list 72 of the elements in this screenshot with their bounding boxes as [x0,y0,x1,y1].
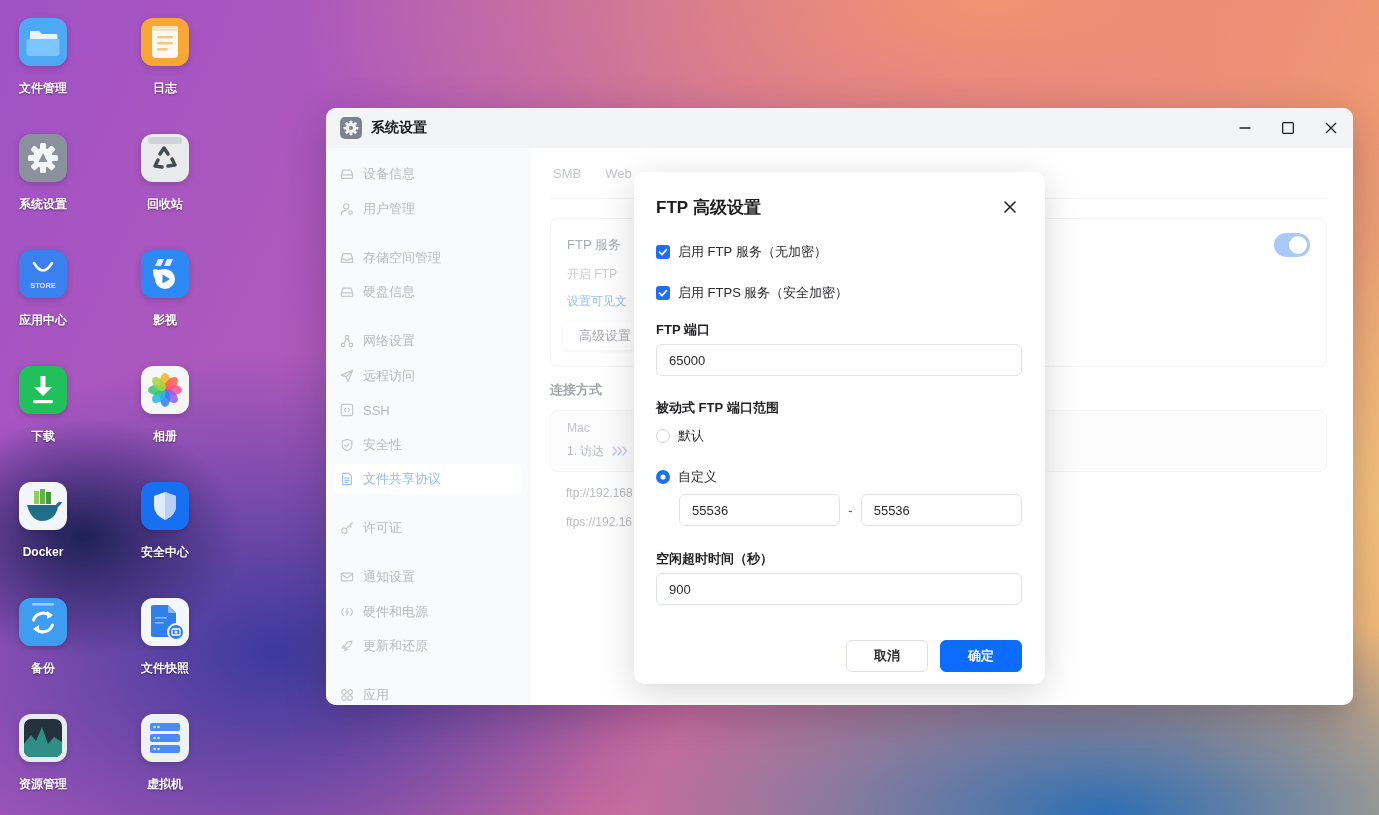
server-icon[interactable] [141,714,189,762]
checkbox-label[interactable]: 启用 FTPS 服务（安全加密） [678,284,849,302]
advanced-settings-button[interactable]: 高级设置 [563,322,635,350]
desktop-shortcut[interactable]: 文件管理 [0,18,86,96]
port-range-start-input[interactable]: 55536 [679,494,841,526]
radio-button[interactable] [656,429,670,443]
network-icon [340,334,354,348]
window-title: 系统设置 [371,119,427,137]
desktop-shortcut[interactable]: 备份 [0,598,86,676]
rocket-icon [340,639,354,653]
radio-button[interactable] [656,470,670,484]
field-label: 被动式 FTP 端口范围 [656,399,779,417]
desktop-shortcut[interactable]: 资源管理 [0,714,86,792]
desktop-shortcut[interactable]: 日志 [122,18,208,96]
platform-label: Mac [567,420,590,437]
chevrons-icon [612,446,629,456]
folder-icon[interactable] [19,18,67,66]
step-text: 1. 访达 [567,443,605,460]
gear-icon[interactable] [19,134,67,182]
timeout-input[interactable]: 900 [656,573,1022,605]
dialog-title: FTP 高级设置 [656,196,761,219]
checkbox[interactable] [656,245,670,259]
drive-icon [340,285,354,299]
desktop-shortcut[interactable]: 安全中心 [122,482,208,560]
drive-icon [340,167,354,181]
notepad-icon[interactable] [141,18,189,66]
shield-icon[interactable] [141,482,189,530]
confirm-button[interactable]: 确定 [940,640,1022,672]
radio-label[interactable]: 默认 [678,427,704,445]
cancel-button[interactable]: 取消 [846,640,928,672]
gear-icon [340,117,362,139]
desktop-shortcut[interactable]: 回收站 [122,134,208,212]
key-icon [340,521,354,535]
checkbox[interactable] [656,286,670,300]
sync-icon[interactable] [19,598,67,646]
whale-icon[interactable] [19,482,67,530]
port-range-end-input[interactable]: 55536 [860,494,1022,526]
toggle-switch[interactable] [1274,233,1310,257]
range-separator: - [848,502,853,518]
radio-label[interactable]: 自定义 [678,468,717,486]
code-icon [340,403,354,417]
user-icon [340,201,354,216]
desktop-shortcut[interactable]: 系统设置 [0,134,86,212]
recycle-icon[interactable] [141,134,189,182]
grid-icon [340,688,354,702]
document-icon [340,472,354,486]
field-label: 空闲超时时间（秒） [656,550,773,568]
download-icon[interactable] [19,366,67,414]
chart-icon[interactable] [19,714,67,762]
address-text: ftps://192.16 [566,514,633,531]
desktop-shortcut[interactable]: 下载 [0,366,86,444]
desktop-shortcut[interactable]: 影视 [122,250,208,328]
section-heading: 连接方式 [550,381,602,399]
close-icon[interactable] [1004,201,1016,213]
desktop-shortcut[interactable]: 相册 [122,366,208,444]
play-icon[interactable] [141,250,189,298]
service-title: FTP 服务 [567,236,621,254]
desktop-shortcut[interactable]: 文件快照 [122,598,208,676]
field-label: FTP 端口 [656,321,710,339]
checkbox-label[interactable]: 启用 FTP 服务（无加密） [678,243,827,261]
close-icon[interactable] [1325,122,1337,134]
address-text: ftp://192.168 [566,485,633,502]
desktop-shortcut[interactable]: 虚拟机 [122,714,208,792]
flower-icon[interactable] [141,366,189,414]
send-icon [340,368,354,383]
document-camera-icon[interactable] [141,598,189,646]
port-input[interactable]: 65000 [656,344,1022,376]
mail-icon [340,570,354,584]
tray-icon [340,250,354,265]
shield-icon [340,437,354,452]
desktop-shortcut[interactable]: Docker [0,482,86,560]
maximize-icon[interactable] [1282,122,1294,134]
